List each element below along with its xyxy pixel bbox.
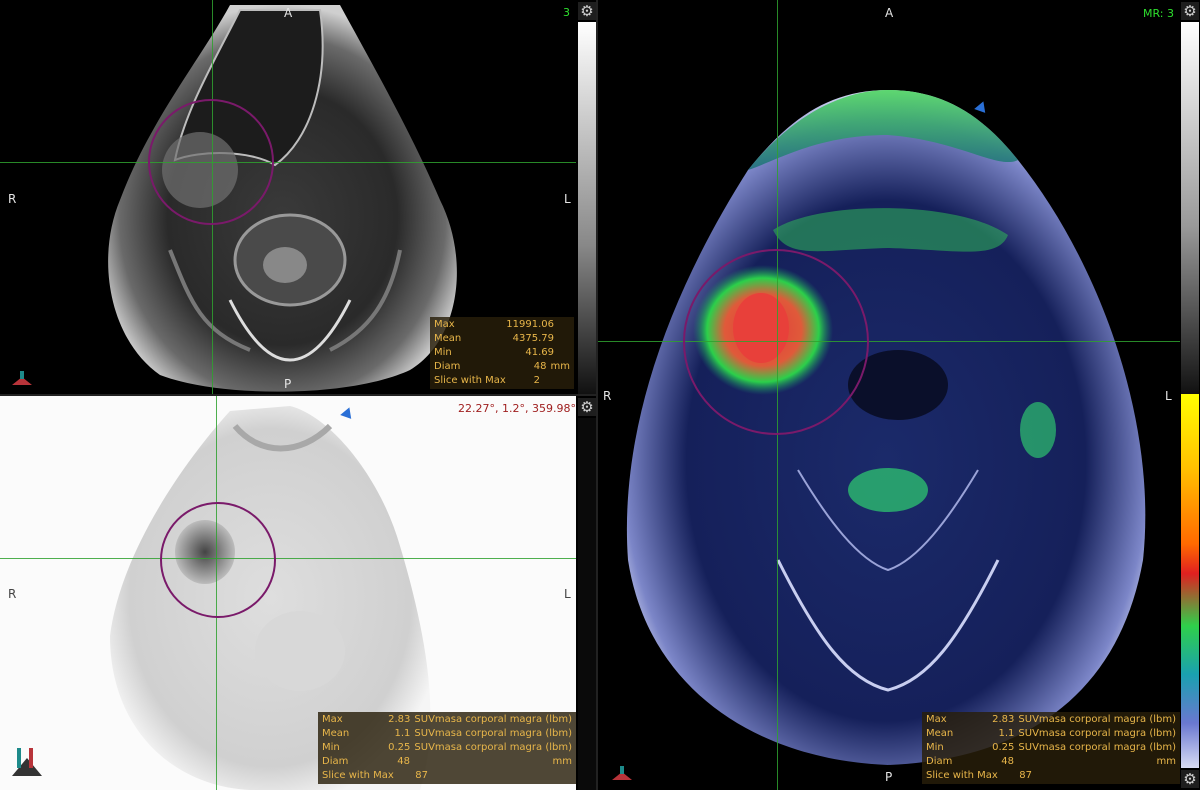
- stat-row: Max 2.83 SUVmasa corporal magra (lbm): [926, 713, 1176, 727]
- stat-label: Diam: [926, 756, 953, 767]
- stat-value: 41.69: [525, 347, 554, 358]
- roi-stats-panel: Max 2.83 SUVmasa corporal magra (lbm) Mean…: [318, 712, 576, 784]
- grayscale-colorbar[interactable]: [1181, 22, 1199, 394]
- stat-label: Mean: [926, 728, 954, 739]
- orientation-right: L: [1165, 389, 1172, 403]
- stat-label: Min: [322, 742, 340, 753]
- orientation-right: L: [564, 587, 571, 601]
- stat-unit: [540, 374, 544, 388]
- stat-row: Min 41.69: [434, 346, 570, 360]
- stat-unit: [1032, 769, 1036, 783]
- grayscale-colorbar[interactable]: [578, 418, 596, 790]
- pet-colorbar[interactable]: [1181, 394, 1199, 768]
- stat-value: 2.83: [388, 714, 411, 725]
- stat-value: 48: [533, 361, 547, 372]
- roi-circle[interactable]: [160, 502, 276, 618]
- orientation-bottom: P: [284, 377, 292, 391]
- grayscale-colorbar[interactable]: [578, 22, 596, 394]
- stat-value: 1.1: [394, 728, 411, 739]
- stat-unit: SUVmasa corporal magra (lbm): [1018, 714, 1176, 725]
- stat-value: 0.25: [992, 742, 1015, 753]
- orientation-left: R: [603, 389, 612, 403]
- stat-label: Mean: [434, 333, 462, 344]
- orientation-cube-icon[interactable]: [10, 367, 34, 387]
- roi-stats-panel: Max 11991.06 Mean 4375.79 Min 41.69 Diam 48 m…: [430, 317, 574, 389]
- stat-label: Diam: [322, 756, 349, 767]
- orientation-left: R: [8, 587, 17, 601]
- stat-row: Max 11991.06: [434, 318, 570, 332]
- stat-value: 2: [533, 375, 540, 386]
- stat-row: Min 0.25 SUVmasa corporal magra (lbm): [322, 741, 572, 755]
- stat-row: Diam 48 mm: [434, 360, 570, 374]
- mr-axial-viewport[interactable]: A P R L 3 Max 11991.06 Mean 4375.79 Min 41.…: [0, 0, 576, 394]
- stat-unit: SUVmasa corporal magra (lbm): [414, 742, 572, 753]
- orientation-right: L: [564, 192, 571, 206]
- orientation-cube-icon[interactable]: [610, 762, 634, 782]
- orientation-cube-icon[interactable]: [10, 746, 44, 782]
- gear-icon[interactable]: ⚙: [1181, 770, 1199, 788]
- fusion-axial-image: [626, 90, 1146, 765]
- stat-value: 4375.79: [512, 333, 554, 344]
- stat-unit: mm: [552, 756, 572, 767]
- viewport-divider: [0, 394, 596, 396]
- stat-label: Slice with Max: [434, 375, 506, 386]
- stat-label: Diam: [434, 361, 461, 372]
- stat-row: Min 0.25 SUVmasa corporal magra (lbm): [926, 741, 1176, 755]
- stat-row: Slice with Max 87: [322, 769, 572, 783]
- stat-unit: [554, 332, 558, 346]
- stat-value: 48: [1001, 756, 1014, 767]
- stat-row: Slice with Max 87: [926, 769, 1176, 783]
- stat-label: Slice with Max: [926, 770, 998, 781]
- orientation-top: A: [885, 6, 894, 20]
- series-label: 3: [563, 6, 570, 19]
- stat-unit: mm: [550, 361, 570, 372]
- stat-row: Slice with Max 2: [434, 374, 570, 388]
- stat-value: 1.1: [998, 728, 1015, 739]
- stat-value: 11991.06: [506, 319, 554, 330]
- stat-row: Diam 48 mm: [322, 755, 572, 769]
- series-label: MR: 3: [1143, 7, 1174, 20]
- crosshair-horizontal[interactable]: [0, 558, 576, 559]
- stat-unit: SUVmasa corporal magra (lbm): [414, 728, 572, 739]
- orientation-left: R: [8, 192, 17, 206]
- stat-unit: mm: [1156, 756, 1176, 767]
- orientation-bottom: P: [885, 770, 893, 784]
- stat-unit: [554, 318, 558, 332]
- gear-icon[interactable]: ⚙: [578, 2, 596, 20]
- roi-stats-panel: Max 2.83 SUVmasa corporal magra (lbm) Mean…: [922, 712, 1180, 784]
- stat-row: Mean 1.1 SUVmasa corporal magra (lbm): [322, 727, 572, 741]
- crosshair-horizontal[interactable]: [0, 162, 576, 163]
- stat-value: 0.25: [388, 742, 411, 753]
- stat-value: 48: [397, 756, 410, 767]
- rotation-angles: 22.27°, 1.2°, 359.98°: [458, 402, 576, 415]
- roi-circle[interactable]: [683, 249, 869, 435]
- stat-row: Max 2.83 SUVmasa corporal magra (lbm): [322, 713, 572, 727]
- stat-unit: SUVmasa corporal magra (lbm): [1018, 742, 1176, 753]
- gear-icon[interactable]: ⚙: [1181, 2, 1199, 20]
- stat-label: Mean: [322, 728, 350, 739]
- stat-row: Mean 1.1 SUVmasa corporal magra (lbm): [926, 727, 1176, 741]
- stat-label: Min: [434, 347, 452, 358]
- stat-value: 87: [415, 770, 428, 781]
- roi-circle[interactable]: [148, 99, 274, 225]
- stat-unit: [554, 346, 558, 360]
- stat-unit: SUVmasa corporal magra (lbm): [414, 714, 572, 725]
- stat-label: Max: [434, 319, 455, 330]
- stat-label: Max: [322, 714, 343, 725]
- stat-row: Diam 48 mm: [926, 755, 1176, 769]
- pet-axial-viewport[interactable]: R L 22.27°, 1.2°, 359.98° Max 2.83 SUVmasa…: [0, 396, 576, 790]
- stat-value: 87: [1019, 770, 1032, 781]
- stat-unit: [428, 769, 432, 783]
- stat-row: Mean 4375.79: [434, 332, 570, 346]
- stat-label: Slice with Max: [322, 770, 394, 781]
- stat-label: Min: [926, 742, 944, 753]
- gear-icon[interactable]: ⚙: [578, 398, 596, 416]
- stat-value: 2.83: [992, 714, 1015, 725]
- orientation-top: A: [284, 6, 293, 20]
- fusion-axial-viewport[interactable]: A P R L MR: 3 Max 2.83 SUVmasa corporal ma…: [598, 0, 1180, 790]
- stat-unit: SUVmasa corporal magra (lbm): [1018, 728, 1176, 739]
- stat-label: Max: [926, 714, 947, 725]
